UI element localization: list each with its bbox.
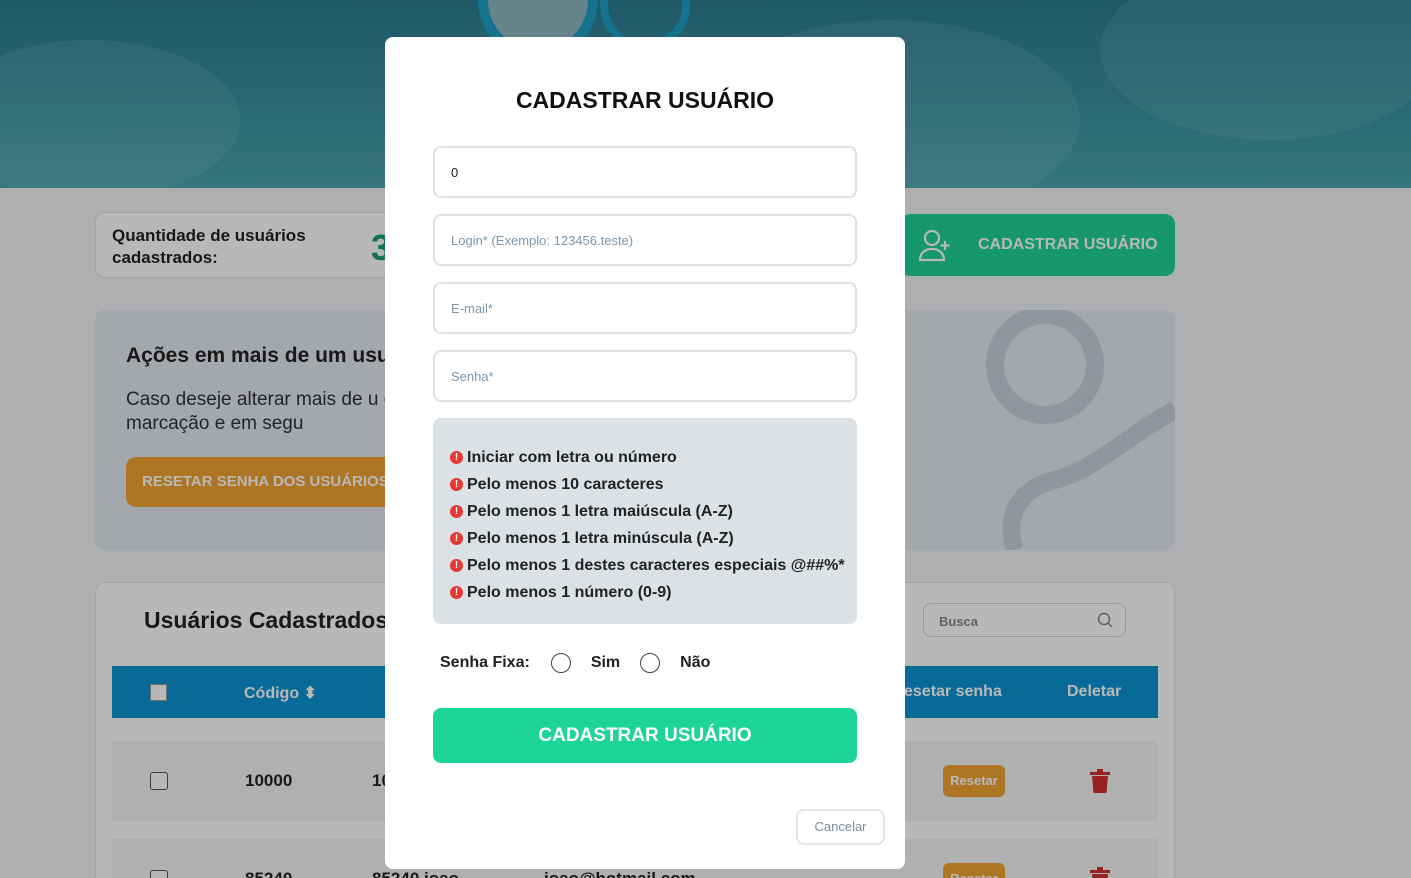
password-rules-box: ! Iniciar com letra ou número ! Pelo menos… [433,418,857,624]
fixed-password-label: Senha Fixa: [440,654,530,671]
rule-text: Pelo menos 1 letra minúscula (A-Z) [467,529,734,547]
submit-register-button[interactable]: CADASTRAR USUÁRIO [433,708,857,763]
password-input[interactable] [433,350,857,402]
error-icon: ! [450,505,463,518]
error-icon: ! [450,532,463,545]
rule-text: Pelo menos 1 número (0-9) [467,583,672,601]
password-rule: ! Pelo menos 1 letra maiúscula (A-Z) [450,498,857,525]
login-input[interactable] [433,214,857,266]
password-rule: ! Iniciar com letra ou número [450,444,857,471]
register-user-modal: CADASTRAR USUÁRIO ! Iniciar com letra ou … [385,37,905,869]
cancel-button[interactable]: Cancelar [796,809,885,845]
error-icon: ! [450,586,463,599]
rule-text: Pelo menos 1 destes caracteres especiais… [467,556,845,574]
error-icon: ! [450,559,463,572]
email-input[interactable] [433,282,857,334]
rule-text: Iniciar com letra ou número [467,448,677,466]
radio-yes[interactable] [550,653,571,673]
password-rule: ! Pelo menos 10 caracteres [450,471,857,498]
radio-yes-label[interactable]: Sim [591,654,620,672]
password-rule: ! Pelo menos 1 número (0-9) [450,579,857,606]
error-icon: ! [450,478,463,491]
error-icon: ! [450,451,463,464]
rule-text: Pelo menos 1 letra maiúscula (A-Z) [467,502,733,520]
modal-title: CADASTRAR USUÁRIO [515,87,775,113]
radio-no[interactable] [640,653,661,673]
radio-no-label[interactable]: Não [680,654,710,672]
code-input[interactable] [433,146,857,198]
password-rule: ! Pelo menos 1 letra minúscula (A-Z) [450,525,857,552]
fixed-password-row: Senha Fixa: Sim Não [440,653,710,673]
password-rule: ! Pelo menos 1 destes caracteres especiai… [450,552,857,579]
rule-text: Pelo menos 10 caracteres [467,475,664,493]
